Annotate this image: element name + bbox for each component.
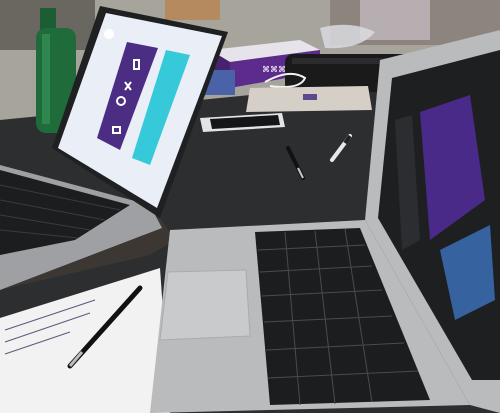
box-label: ⌘⌘⌘ <box>262 65 286 74</box>
scene-svg: ⌘⌘⌘ <box>0 0 500 413</box>
screen-glare <box>104 29 114 39</box>
background-box <box>165 0 220 20</box>
photo-scene: ⌘⌘⌘ <box>0 0 500 413</box>
envelope <box>246 86 372 112</box>
right-laptop-trackpad <box>159 269 251 341</box>
